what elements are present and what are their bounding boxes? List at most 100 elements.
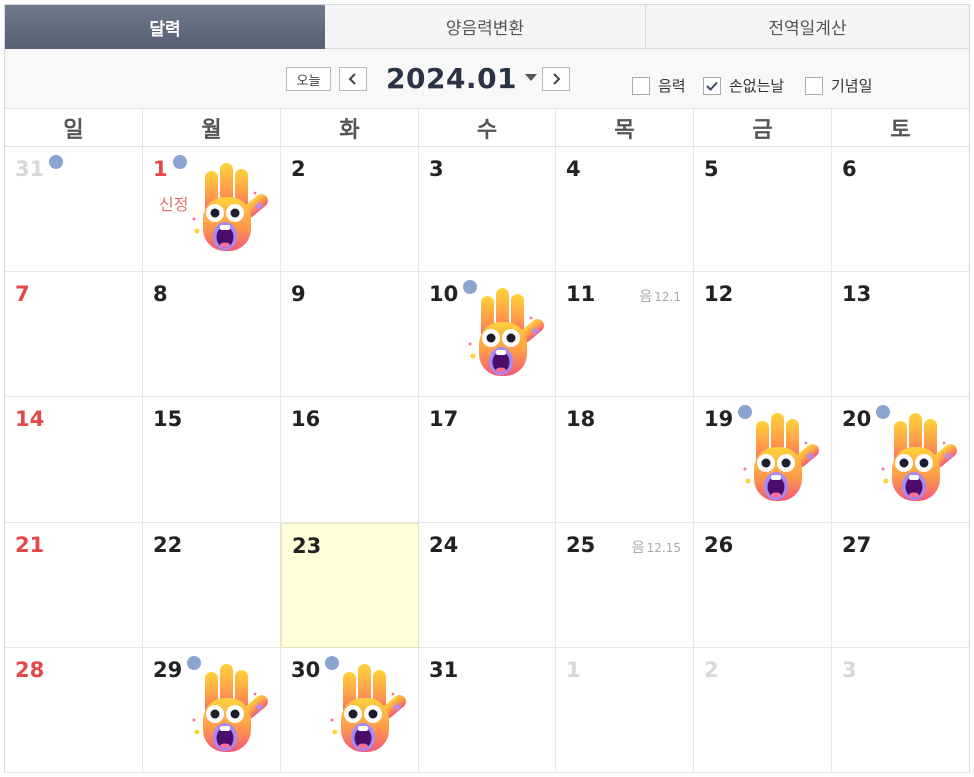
chevron-right-icon bbox=[553, 73, 561, 85]
calendar-day[interactable]: 4 bbox=[556, 147, 694, 273]
day-number: 12 bbox=[704, 282, 734, 307]
day-number: 30 bbox=[291, 657, 321, 682]
calendar-day-today[interactable]: 23 bbox=[281, 522, 419, 648]
day-number: 5 bbox=[704, 157, 719, 181]
calendar-day[interactable]: 31 bbox=[419, 647, 556, 773]
lunar-date: 음 12.15 bbox=[632, 537, 681, 557]
calendar-day[interactable]: 31 bbox=[5, 147, 143, 273]
weekday-mon: 월 bbox=[143, 109, 281, 146]
calendar-day[interactable]: 7 bbox=[5, 272, 143, 398]
day-number: 16 bbox=[291, 407, 321, 432]
calendar-day[interactable]: 19 bbox=[694, 397, 832, 523]
calendar-day[interactable]: 9 bbox=[281, 272, 419, 398]
weekday-header: 일 월 화 수 목 금 토 bbox=[5, 109, 969, 147]
day-number: 18 bbox=[566, 407, 596, 432]
day-number: 7 bbox=[15, 282, 30, 307]
weekday-fri: 금 bbox=[694, 109, 832, 146]
lunar-prefix: 음 bbox=[631, 539, 645, 556]
calendar-day[interactable]: 28 bbox=[5, 647, 143, 773]
check-icon bbox=[706, 81, 718, 91]
weekday-sat: 토 bbox=[890, 117, 911, 143]
day-number: 8 bbox=[153, 282, 168, 307]
calendar-day[interactable]: 30 bbox=[281, 647, 419, 773]
today-button[interactable]: 오늘 bbox=[286, 67, 331, 91]
weekday-tue: 화 bbox=[281, 109, 419, 146]
day-number: 3 bbox=[842, 657, 857, 682]
anniversary-option-label: 기념일 bbox=[831, 77, 873, 95]
day-number: 2 bbox=[291, 157, 306, 181]
day-number: 27 bbox=[842, 532, 872, 557]
anniversary-option[interactable]: 기념일 bbox=[805, 75, 872, 96]
lucky-day-checkbox[interactable] bbox=[703, 76, 721, 95]
next-month-button[interactable] bbox=[542, 67, 570, 91]
day-number: 14 bbox=[15, 407, 45, 432]
day-number: 31 bbox=[429, 657, 459, 682]
calendar-day[interactable]: 18 bbox=[556, 397, 694, 523]
lunar-option-label: 음력 bbox=[658, 77, 686, 95]
tab-lunar-converter[interactable]: 양음력변환 bbox=[325, 5, 646, 49]
calendar-day[interactable]: 20 bbox=[832, 397, 969, 523]
calendar-day[interactable]: 29 bbox=[143, 647, 281, 773]
day-number: 9 bbox=[291, 282, 306, 307]
weekday-sun: 일 bbox=[5, 109, 143, 146]
tab-discharge-calculator[interactable]: 전역일계산 bbox=[646, 5, 969, 49]
calendar-day[interactable]: 25 음 12.15 bbox=[556, 522, 694, 648]
calendar-day[interactable]: 13 bbox=[832, 272, 969, 398]
calendar-day[interactable]: 22 bbox=[143, 522, 281, 648]
calendar-day[interactable]: 16 bbox=[281, 397, 419, 523]
day-number: 20 bbox=[842, 407, 872, 432]
calendar-day[interactable]: 2 bbox=[281, 147, 419, 273]
day-number: 21 bbox=[15, 532, 45, 557]
lunar-option[interactable]: 음력 bbox=[632, 75, 686, 96]
tab-calendar[interactable]: 달력 bbox=[5, 5, 325, 49]
calendar-day[interactable]: 5 bbox=[694, 147, 832, 273]
lucky-hand-icon bbox=[330, 663, 406, 752]
day-number: 29 bbox=[153, 657, 183, 682]
weekday-thu: 목 bbox=[556, 109, 694, 146]
day-number: 26 bbox=[704, 532, 734, 557]
day-number: 23 bbox=[292, 533, 322, 558]
weekday-wed: 수 bbox=[419, 109, 556, 146]
tab-bar: 달력 양음력변환 전역일계산 bbox=[5, 5, 969, 49]
calendar-day[interactable]: 3 bbox=[419, 147, 556, 273]
day-number: 24 bbox=[429, 532, 459, 557]
lucky-day-option-label: 손없는날 bbox=[729, 77, 785, 95]
lucky-hand-icon bbox=[881, 413, 957, 502]
day-number: 11 bbox=[566, 282, 596, 307]
calendar-day[interactable]: 8 bbox=[143, 272, 281, 398]
calendar-day[interactable]: 15 bbox=[143, 397, 281, 523]
calendar-day[interactable]: 21 bbox=[5, 522, 143, 648]
calendar-day[interactable]: 1 bbox=[556, 647, 694, 773]
calendar-day[interactable]: 12 bbox=[694, 272, 832, 398]
anniversary-checkbox[interactable] bbox=[805, 76, 823, 95]
calendar-day[interactable]: 11 음 12.1 bbox=[556, 272, 694, 398]
calendar-day[interactable]: 2 bbox=[694, 647, 832, 773]
day-number: 3 bbox=[429, 157, 444, 181]
day-number: 4 bbox=[566, 157, 581, 181]
calendar-grid: 31 1 신정 2 3 4 5 6 7 8 9 10 11 음 12.1 12 13 14 15 16 17 18 19… bbox=[5, 147, 969, 773]
calendar-day[interactable]: 3 bbox=[832, 647, 969, 773]
calendar-day[interactable]: 26 bbox=[694, 522, 832, 648]
calendar-day[interactable]: 17 bbox=[419, 397, 556, 523]
lunar-checkbox[interactable] bbox=[632, 76, 650, 95]
calendar-day[interactable]: 24 bbox=[419, 522, 556, 648]
day-number: 28 bbox=[15, 657, 45, 682]
prev-month-button[interactable] bbox=[339, 67, 367, 91]
day-number: 17 bbox=[429, 407, 459, 432]
day-number: 13 bbox=[842, 282, 872, 307]
calendar-toolbar: 오늘 2024.01 음력 손없는날 기념일 bbox=[5, 49, 969, 109]
day-number: 19 bbox=[704, 407, 734, 432]
day-number: 22 bbox=[153, 532, 183, 557]
day-number: 15 bbox=[153, 407, 183, 432]
calendar-day[interactable]: 10 bbox=[419, 272, 556, 398]
lunar-date: 음 12.1 bbox=[639, 286, 681, 306]
calendar-day[interactable]: 27 bbox=[832, 522, 969, 648]
calendar-day[interactable]: 14 bbox=[5, 397, 143, 523]
calendar-day[interactable]: 1 신정 bbox=[143, 147, 281, 273]
lucky-day-option[interactable]: 손없는날 bbox=[703, 75, 784, 96]
month-selector[interactable]: 2024.01 bbox=[386, 61, 538, 95]
calendar-day[interactable]: 6 bbox=[832, 147, 969, 273]
day-number: 1 bbox=[566, 657, 581, 682]
day-number: 6 bbox=[842, 157, 857, 181]
lucky-hand-icon bbox=[192, 163, 268, 251]
